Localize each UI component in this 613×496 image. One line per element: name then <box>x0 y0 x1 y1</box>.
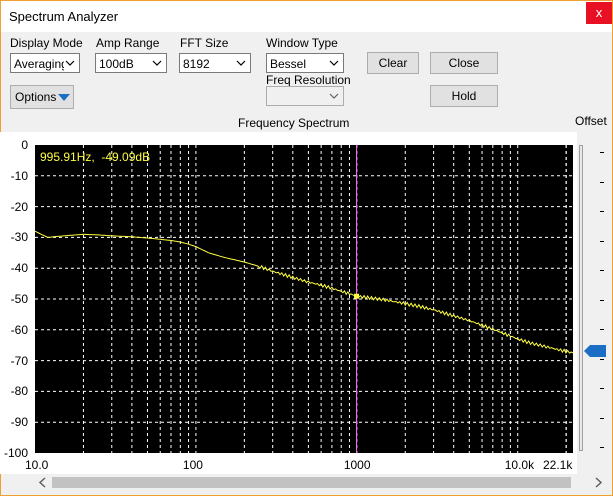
fft-size-select[interactable]: 8192 <box>179 53 251 73</box>
window-type-select[interactable]: Bessel <box>266 53 344 73</box>
x-tick-label: 10.0 <box>25 458 49 472</box>
amp-range-value: 100dB <box>99 57 134 71</box>
y-tick-label: 0 <box>21 138 28 152</box>
offset-label: Offset <box>575 114 607 128</box>
x-tick-label: 22.1k <box>543 458 573 472</box>
chevron-down-icon <box>65 60 75 66</box>
slider-tick <box>600 417 604 419</box>
chevron-down-icon <box>329 93 339 99</box>
clear-button[interactable]: Clear <box>367 52 419 74</box>
x-tick-label: 10.0k <box>504 458 535 472</box>
freq-resolution-label: Freq Resolution <box>266 73 351 87</box>
y-tick-label: -70 <box>10 353 28 368</box>
offset-slider-thumb[interactable] <box>584 345 606 358</box>
title-bar: Spectrum Analyzer x <box>1 1 612 32</box>
cursor-readout: 995.91Hz, -49.09dB <box>40 150 151 164</box>
window-title: Spectrum Analyzer <box>9 9 119 24</box>
y-tick-label: -50 <box>10 292 28 306</box>
slider-tick <box>600 358 604 360</box>
options-button[interactable]: Options <box>10 85 74 109</box>
amp-range-select[interactable]: 100dB <box>95 53 167 73</box>
scroll-left-icon[interactable] <box>38 477 48 488</box>
slider-tick <box>600 152 604 153</box>
y-tick-label: -80 <box>10 384 28 399</box>
y-tick-label: -90 <box>10 415 28 430</box>
slider-tick <box>600 211 604 212</box>
fft-size-label: FFT Size <box>180 36 229 50</box>
window-type-value: Bessel <box>270 57 307 71</box>
x-tick-label: 1000 <box>343 458 371 472</box>
display-mode-label: Display Mode <box>10 36 83 50</box>
x-tick-label: 100 <box>182 458 203 472</box>
slider-tick <box>600 240 604 242</box>
y-tick-label: -60 <box>10 322 28 337</box>
amp-range-label: Amp Range <box>96 36 160 50</box>
slider-tick <box>600 181 604 183</box>
slider-tick <box>600 447 604 448</box>
y-tick-label: -30 <box>10 230 28 245</box>
y-tick-label: -10 <box>10 168 28 183</box>
y-tick-label: -100 <box>3 446 28 460</box>
y-tick-label: -20 <box>10 199 28 214</box>
scrollbar-thumb[interactable] <box>52 477 571 488</box>
chart-title: Frequency Spectrum <box>238 116 350 130</box>
chevron-down-icon <box>329 60 339 66</box>
display-mode-value: Averaging <box>14 57 64 71</box>
slider-tick <box>600 388 604 389</box>
slider-tick <box>600 299 604 301</box>
y-tick-label: -40 <box>10 261 28 276</box>
offset-slider-track[interactable] <box>579 145 583 451</box>
hold-button[interactable]: Hold <box>430 85 498 107</box>
slider-tick <box>600 270 604 271</box>
window-close-icon[interactable]: x <box>586 2 612 24</box>
fft-size-value: 8192 <box>183 57 210 71</box>
freq-resolution-select[interactable] <box>266 86 344 106</box>
display-mode-select[interactable]: Averaging <box>10 53 80 73</box>
close-button[interactable]: Close <box>430 52 498 74</box>
spectrum-chart[interactable] <box>35 145 573 453</box>
chevron-down-icon <box>152 60 162 66</box>
scroll-right-icon[interactable] <box>593 477 603 488</box>
slider-tick <box>600 329 604 330</box>
dropdown-triangle-icon <box>58 94 70 101</box>
options-label: Options <box>15 90 57 104</box>
cursor-marker <box>354 293 360 299</box>
window-type-label: Window Type <box>266 36 338 50</box>
chevron-down-icon <box>236 60 246 66</box>
